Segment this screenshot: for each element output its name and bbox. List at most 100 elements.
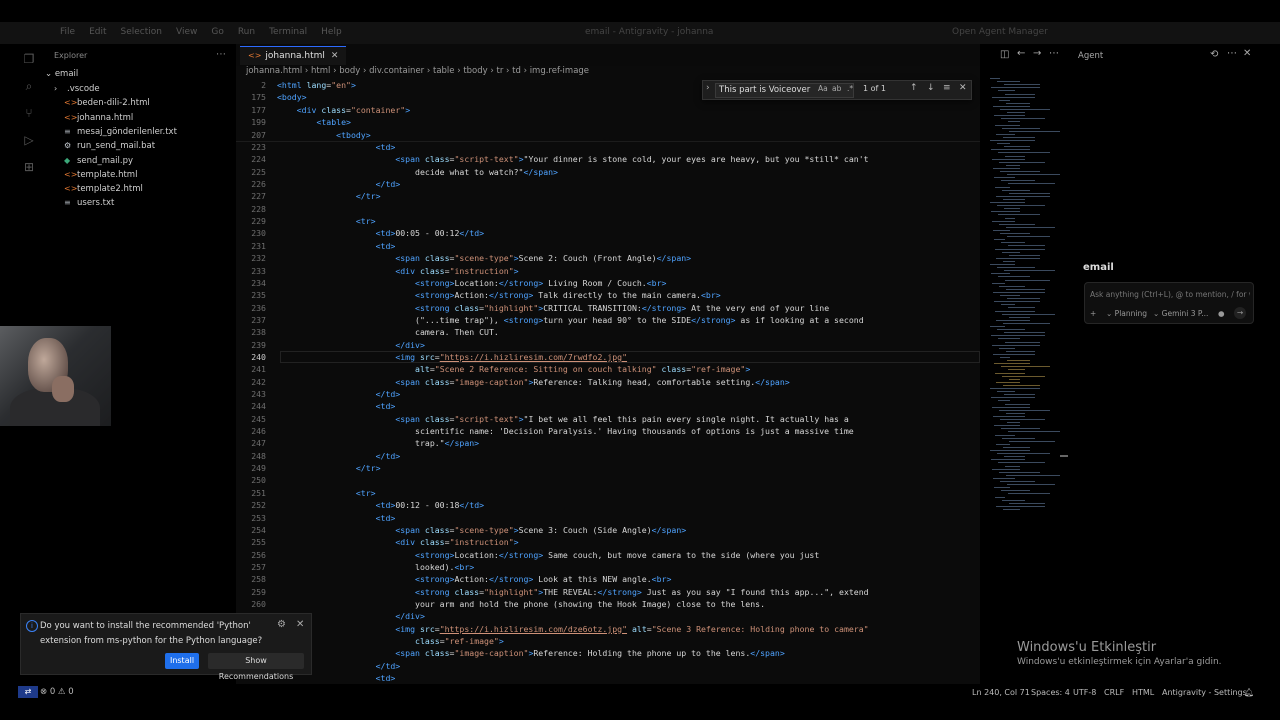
arrow-down-icon[interactable]: ↓ (927, 83, 935, 93)
history-icon[interactable]: ⟲ (1210, 49, 1218, 60)
code-token: </strong> (488, 290, 534, 301)
code-token: > (513, 265, 519, 276)
minimap-line (1002, 375, 1045, 377)
file-item[interactable]: › .vscode (54, 84, 100, 94)
breadcrumb-item[interactable]: div.container (369, 66, 424, 76)
code-line: 231 <td> (236, 240, 395, 252)
add-context-button[interactable]: + (1090, 309, 1096, 318)
agent-input-placeholder[interactable]: Ask anything (Ctrl+L), @ to mention, / f… (1090, 290, 1250, 299)
close-icon[interactable]: ✕ (1243, 48, 1251, 59)
find-in-selection-icon[interactable]: ≡ (943, 83, 951, 93)
menu-item[interactable]: Terminal (269, 27, 307, 37)
file-item[interactable]: <>beden-dili-2.html (64, 98, 150, 108)
breadcrumb-item[interactable]: td (512, 66, 521, 76)
file-item[interactable]: <>johanna.html (64, 113, 133, 123)
line-endings[interactable]: CRLF (1104, 688, 1124, 697)
open-agent-manager-button[interactable]: Open Agent Manager (952, 27, 1048, 37)
chevron-right-icon: › (54, 84, 58, 93)
model-dropdown[interactable]: ⌄ Gemini 3 P... (1153, 309, 1208, 318)
breadcrumb-item[interactable]: html (311, 66, 330, 76)
agent-panel-title: Agent (1078, 51, 1104, 61)
menu-item[interactable]: Go (211, 27, 223, 37)
chevron-right-icon[interactable]: › (706, 83, 710, 93)
explorer-more-icon[interactable]: ⋯ (216, 49, 226, 60)
source-control-icon[interactable]: ⑂ (22, 106, 36, 120)
code-token: <td> (375, 228, 396, 239)
file-item[interactable]: ◆ send_mail.py (64, 156, 133, 166)
code-token: > (745, 364, 751, 375)
regex-toggle[interactable]: .* (847, 84, 853, 93)
more-actions-icon[interactable]: ⋯ (1049, 48, 1059, 59)
run-debug-icon[interactable]: ▷ (22, 133, 36, 147)
file-item-label: mesaj_gönderilenler.txt (77, 126, 177, 137)
remote-indicator[interactable]: ⇄ (18, 686, 38, 698)
gear-icon[interactable]: ⚙ (277, 619, 286, 630)
code-token: <strong (415, 586, 455, 597)
forward-arrow-icon[interactable]: → (1033, 48, 1041, 59)
file-item[interactable]: ≡ mesaj_gönderilenler.txt (64, 127, 177, 137)
code-line: 175 <body> (236, 91, 306, 103)
minimap-line (1004, 394, 1035, 396)
file-item[interactable]: ≡ users.txt (64, 198, 114, 208)
problems-indicator[interactable]: ⊗ 0 ⚠ 0 (40, 687, 74, 697)
bell-icon[interactable]: 🔔︎ (1244, 688, 1254, 697)
minimap-line (1003, 136, 1035, 138)
code-line: <img src="https://i.hizliresim.com/dze6o… (236, 623, 868, 635)
language-mode[interactable]: HTML (1132, 688, 1154, 697)
search-icon[interactable]: ⌕ (22, 79, 36, 93)
file-item[interactable]: ⚙ run_send_mail.bat (64, 141, 155, 151)
file-item-label: send_mail.py (77, 155, 134, 166)
code-token: ("...time trap"), (415, 314, 504, 325)
menu-item[interactable]: Edit (89, 27, 106, 37)
code-line: 237 ("...time trap"), <strong>turn your … (236, 314, 863, 326)
encoding[interactable]: UTF-8 (1073, 688, 1096, 697)
install-button[interactable]: Install (165, 653, 199, 669)
more-actions-icon[interactable]: ⋯ (1227, 48, 1237, 59)
file-item[interactable]: <>template.html (64, 170, 137, 180)
line-number: 228 (251, 203, 266, 214)
code-token: "I bet we all feel this pain every singl… (523, 413, 849, 424)
folder-root[interactable]: ⌄ email (45, 69, 78, 79)
close-icon[interactable]: ✕ (959, 83, 967, 93)
files-icon[interactable]: ❐ (22, 52, 36, 66)
menu-item[interactable]: View (176, 27, 197, 37)
mode-dropdown[interactable]: ⌄ Planning (1106, 309, 1147, 318)
indentation[interactable]: Spaces: 4 (1031, 688, 1070, 697)
split-editor-icon[interactable]: ◫ (1000, 49, 1009, 60)
send-icon[interactable]: → (1234, 307, 1246, 319)
menu-item[interactable]: Run (238, 27, 255, 37)
minimap-line (991, 211, 1020, 213)
arrow-up-icon[interactable]: ↑ (910, 83, 918, 93)
breadcrumb-item[interactable]: body (339, 66, 360, 76)
menu-item[interactable]: Selection (121, 27, 162, 37)
tab-label: johanna.html (265, 51, 325, 61)
show-recommendations-button[interactable]: Show Recommendations (208, 653, 304, 681)
mic-icon[interactable]: ● (1218, 309, 1225, 318)
minimap-line (992, 282, 1005, 284)
close-icon[interactable]: ✕ (331, 51, 339, 61)
cursor-position[interactable]: Ln 240, Col 71 (972, 688, 1030, 697)
minimap-line (1001, 304, 1015, 306)
code-token: <br> (700, 290, 721, 301)
menu-item[interactable]: File (60, 27, 75, 37)
back-arrow-icon[interactable]: ← (1017, 48, 1025, 59)
file-item[interactable]: <>template2.html (64, 184, 143, 194)
breadcrumb-item[interactable]: table (433, 66, 455, 76)
close-icon[interactable]: ✕ (296, 619, 304, 630)
breadcrumb-item[interactable]: tbody (463, 66, 487, 76)
minimap[interactable] (984, 78, 1064, 518)
tab-johanna-html[interactable]: <> johanna.html ✕ (240, 46, 347, 65)
html-file-icon: <> (64, 184, 78, 194)
minimap-line (994, 425, 1020, 427)
extensions-icon[interactable]: ⊞ (22, 160, 36, 174)
breadcrumb-item[interactable]: johanna.html (246, 66, 302, 76)
settings-link[interactable]: Antigravity - Settings (1162, 688, 1247, 697)
match-case-toggle[interactable]: Aa (818, 84, 828, 93)
whole-word-toggle[interactable]: ab (832, 84, 841, 93)
menu-item[interactable]: Help (321, 27, 342, 37)
breadcrumb-item[interactable]: img.ref-image (530, 66, 589, 76)
